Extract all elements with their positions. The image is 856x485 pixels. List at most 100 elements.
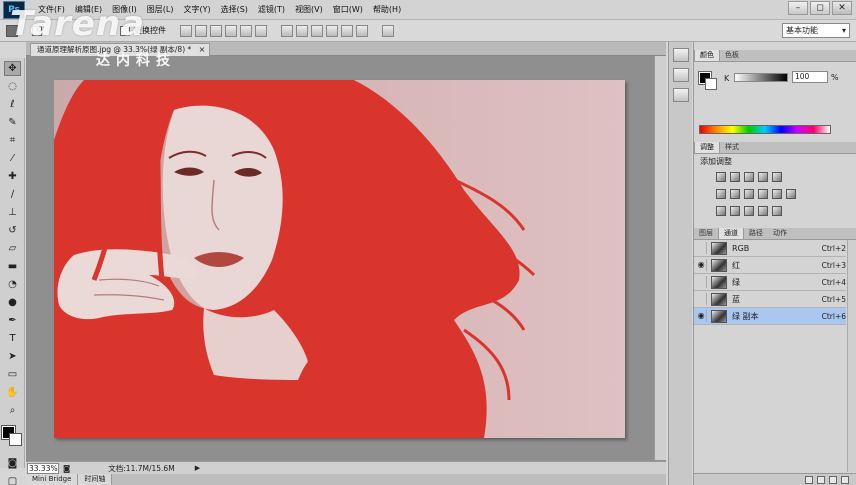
levels-icon[interactable] [730, 172, 740, 182]
color-panel-background[interactable] [705, 78, 717, 90]
channel-mixer-icon[interactable] [772, 189, 782, 199]
status-menu-icon[interactable]: ◙ [63, 464, 70, 473]
quick-select-tool-icon[interactable]: ✎ [4, 115, 21, 130]
menu-layer[interactable]: 图层(L) [142, 0, 179, 20]
align-top-icon[interactable] [180, 24, 192, 37]
align-bottom-icon[interactable] [210, 24, 222, 37]
tab-color[interactable]: 颜色 [694, 50, 720, 61]
eyedropper-tool-icon[interactable]: ⁄ [4, 151, 21, 166]
channel-row-green[interactable]: 绿 Ctrl+4 [694, 274, 846, 291]
brush-tool-icon[interactable]: ∕ [4, 187, 21, 202]
distribute-bottom-icon[interactable] [311, 24, 323, 37]
menu-select[interactable]: 选择(S) [216, 0, 253, 20]
channel-row-blue[interactable]: 蓝 Ctrl+5 [694, 291, 846, 308]
clone-stamp-tool-icon[interactable]: ⊥ [4, 205, 21, 220]
menu-window[interactable]: 窗口(W) [328, 0, 368, 20]
menu-filter[interactable]: 滤镜(T) [253, 0, 290, 20]
crop-tool-icon[interactable]: ⌗ [4, 133, 21, 148]
restore-button[interactable]: ◻ [810, 1, 830, 15]
hue-saturation-icon[interactable] [716, 189, 726, 199]
channel-row-red[interactable]: ◉ 红 Ctrl+3 [694, 257, 846, 274]
tab-adjustments[interactable]: 调整 [694, 142, 720, 153]
align-left-icon[interactable] [225, 24, 237, 37]
photo-filter-icon[interactable] [758, 189, 768, 199]
type-tool-icon[interactable]: T [4, 331, 21, 346]
marquee-tool-icon[interactable]: ◌ [4, 79, 21, 94]
visibility-toggle[interactable] [696, 276, 708, 288]
properties-panel-icon[interactable] [673, 68, 689, 82]
status-arrow-icon[interactable]: ▶ [195, 464, 200, 472]
hand-tool-icon[interactable]: ✋ [4, 385, 21, 400]
gradient-tool-icon[interactable]: ▬ [4, 259, 21, 274]
distribute-vcenter-icon[interactable] [296, 24, 308, 37]
visibility-toggle[interactable] [696, 293, 708, 305]
healing-brush-tool-icon[interactable]: ✚ [4, 169, 21, 184]
quick-mask-icon[interactable]: ◙ [4, 456, 21, 471]
trash-icon[interactable] [841, 475, 849, 484]
history-brush-tool-icon[interactable]: ↺ [4, 223, 21, 238]
distribute-top-icon[interactable] [281, 24, 293, 37]
tab-paths[interactable]: 路径 [744, 228, 768, 239]
shape-tool-icon[interactable]: ▭ [4, 367, 21, 382]
menu-type[interactable]: 文字(Y) [178, 0, 215, 20]
tab-styles[interactable]: 样式 [720, 142, 744, 153]
color-lookup-icon[interactable] [786, 189, 796, 199]
tab-layers[interactable]: 图层 [694, 228, 718, 239]
menu-help[interactable]: 帮助(H) [368, 0, 406, 20]
brightness-icon[interactable] [716, 172, 726, 182]
color-swatches[interactable] [1, 425, 24, 448]
black-white-icon[interactable] [744, 189, 754, 199]
lasso-tool-icon[interactable]: ℓ [4, 97, 21, 112]
close-icon[interactable]: × [199, 44, 206, 56]
new-channel-icon[interactable] [829, 475, 837, 484]
history-panel-icon[interactable] [673, 48, 689, 62]
eye-icon[interactable]: ◉ [696, 259, 708, 271]
zoom-field[interactable]: 33.33% [27, 462, 59, 474]
tab-mini-bridge[interactable]: Mini Bridge [26, 474, 79, 485]
exposure-icon[interactable] [758, 172, 768, 182]
save-selection-icon[interactable] [817, 475, 825, 484]
invert-icon[interactable] [716, 206, 726, 216]
channel-row-green-copy[interactable]: ◉ 绿 副本 Ctrl+6 [694, 308, 846, 325]
move-tool-icon[interactable]: ✥ [4, 61, 21, 76]
vibrance-icon[interactable] [772, 172, 782, 182]
brush-panel-icon[interactable] [673, 88, 689, 102]
eraser-tool-icon[interactable]: ▱ [4, 241, 21, 256]
background-color-swatch[interactable] [9, 433, 22, 446]
visibility-toggle[interactable] [696, 242, 708, 254]
path-select-tool-icon[interactable]: ➤ [4, 349, 21, 364]
tab-actions[interactable]: 动作 [768, 228, 792, 239]
tab-channels[interactable]: 通道 [718, 228, 744, 239]
k-slider[interactable] [734, 73, 788, 82]
image-canvas[interactable] [54, 80, 625, 438]
load-selection-icon[interactable] [805, 475, 813, 484]
workspace-select[interactable]: 基本功能 ▾ [782, 23, 850, 38]
tab-timeline[interactable]: 时间轴 [78, 474, 113, 485]
zoom-tool-icon[interactable]: ⌕ [4, 403, 21, 418]
k-value-field[interactable]: 100 [792, 71, 828, 83]
blur-tool-icon[interactable]: ◔ [4, 277, 21, 292]
channels-scrollbar[interactable] [847, 240, 856, 472]
posterize-icon[interactable] [730, 206, 740, 216]
auto-align-icon[interactable] [382, 24, 394, 37]
selective-color-icon[interactable] [772, 206, 782, 216]
distribute-right-icon[interactable] [356, 24, 368, 37]
vertical-scrollbar[interactable] [654, 56, 666, 460]
curves-icon[interactable] [744, 172, 754, 182]
channel-row-rgb[interactable]: RGB Ctrl+2 [694, 240, 846, 257]
distribute-left-icon[interactable] [326, 24, 338, 37]
close-button[interactable]: ✕ [832, 1, 852, 15]
distribute-hcenter-icon[interactable] [341, 24, 353, 37]
menu-view[interactable]: 视图(V) [290, 0, 328, 20]
color-spectrum-bar[interactable] [699, 125, 831, 134]
color-balance-icon[interactable] [730, 189, 740, 199]
gradient-map-icon[interactable] [758, 206, 768, 216]
screen-mode-icon[interactable]: ▢ [4, 474, 21, 485]
dodge-tool-icon[interactable]: ● [4, 295, 21, 310]
eye-icon[interactable]: ◉ [696, 310, 708, 322]
pen-tool-icon[interactable]: ✒ [4, 313, 21, 328]
minimize-button[interactable]: – [788, 1, 808, 15]
align-right-icon[interactable] [255, 24, 267, 37]
align-hcenter-icon[interactable] [240, 24, 252, 37]
threshold-icon[interactable] [744, 206, 754, 216]
